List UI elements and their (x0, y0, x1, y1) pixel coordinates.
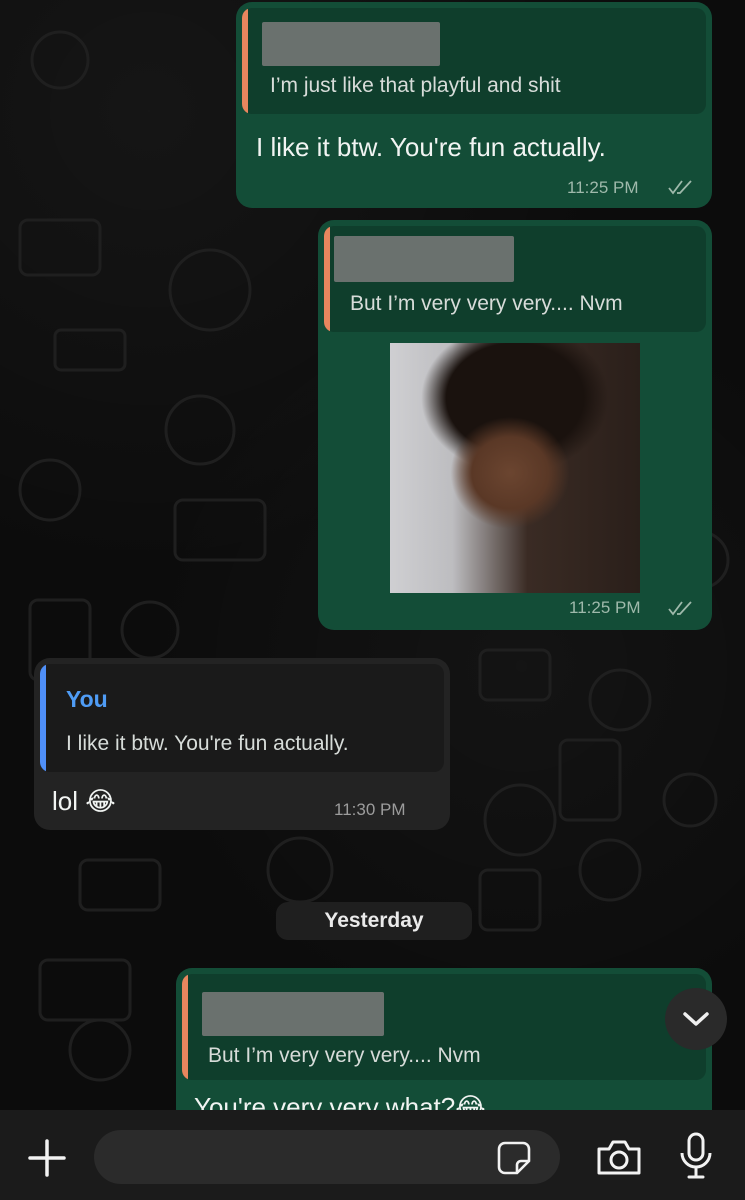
scroll-to-bottom-button[interactable] (665, 988, 727, 1050)
message-input-container[interactable] (94, 1130, 560, 1184)
quote-accent-bar (40, 664, 46, 772)
redacted-contact-name (202, 992, 384, 1036)
quoted-message[interactable]: I’m just like that playful and shit (242, 8, 706, 114)
quoted-message[interactable]: But I’m very very very.... Nvm (182, 974, 706, 1080)
camera-icon (597, 1140, 641, 1175)
quoted-message[interactable]: But I’m very very very.... Nvm (324, 226, 706, 332)
message-bubble-outgoing[interactable]: But I’m very very very.... Nvm 11:25 PM (318, 220, 712, 630)
sticker-icon (497, 1141, 531, 1175)
redacted-contact-name (262, 22, 440, 66)
message-bubble-outgoing[interactable]: But I’m very very very.... Nvm You're ve… (176, 968, 712, 1110)
shared-photo[interactable] (390, 343, 640, 593)
sticker-button[interactable] (496, 1140, 532, 1176)
attach-button[interactable] (24, 1135, 70, 1181)
plus-icon (28, 1139, 66, 1177)
quote-accent-bar (182, 974, 188, 1080)
date-separator: Yesterday (276, 902, 472, 940)
message-time: 11:30 PM (334, 800, 406, 819)
message-bubble-incoming[interactable]: You I like it btw. You're fun actually. … (34, 658, 450, 830)
double-check-icon (668, 601, 692, 616)
message-text: lol 😂 (52, 786, 116, 816)
camera-button[interactable] (594, 1134, 644, 1180)
message-text: You're very very what?😂 (194, 1092, 486, 1110)
quoted-text: But I’m very very very.... Nvm (350, 292, 623, 315)
redacted-contact-name (334, 236, 514, 282)
message-bubble-outgoing[interactable]: I’m just like that playful and shit I li… (236, 2, 712, 208)
double-check-icon (668, 180, 692, 195)
quoted-text: I like it btw. You're fun actually. (66, 732, 349, 755)
quoted-author: You (66, 686, 108, 712)
message-time: 11:25 PM (567, 178, 639, 197)
chevron-down-icon (683, 1012, 709, 1026)
message-input[interactable] (114, 1140, 498, 1176)
microphone-icon (680, 1132, 712, 1179)
quoted-message[interactable]: You I like it btw. You're fun actually. (40, 664, 444, 772)
quote-accent-bar (242, 8, 248, 114)
voice-message-button[interactable] (676, 1130, 716, 1182)
quote-accent-bar (324, 226, 330, 332)
quoted-text: But I’m very very very.... Nvm (208, 1044, 481, 1067)
message-text: I like it btw. You're fun actually. (256, 132, 606, 162)
quoted-text: I’m just like that playful and shit (270, 74, 561, 97)
message-time: 11:25 PM (569, 598, 641, 617)
